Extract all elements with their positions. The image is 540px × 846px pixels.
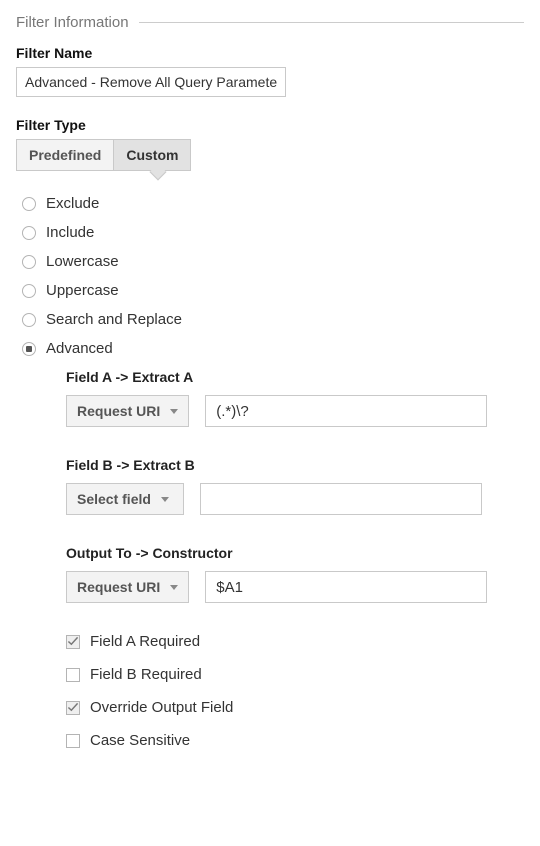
field-a-input[interactable] (205, 395, 487, 427)
radio-icon (22, 313, 36, 327)
tab-custom[interactable]: Custom (114, 139, 191, 171)
radio-icon (22, 284, 36, 298)
caret-down-icon (170, 409, 178, 414)
check-field-a-required[interactable]: Field A Required (66, 633, 524, 650)
caret-down-icon (170, 585, 178, 590)
radio-icon (22, 197, 36, 211)
field-b-input[interactable] (200, 483, 482, 515)
dropdown-label: Request URI (77, 403, 160, 419)
checkbox-icon (66, 635, 80, 649)
filter-type-section: Filter Type Predefined Custom (16, 117, 524, 171)
filter-name-label: Filter Name (16, 45, 524, 61)
radio-icon (22, 226, 36, 240)
checkbox-icon (66, 668, 80, 682)
check-override-output[interactable]: Override Output Field (66, 699, 524, 716)
radio-icon (22, 342, 36, 356)
section-header: Filter Information (16, 14, 524, 31)
filter-name-input[interactable] (16, 67, 286, 97)
field-b-dropdown[interactable]: Select field (66, 483, 184, 515)
tab-predefined[interactable]: Predefined (16, 139, 114, 171)
radio-exclude[interactable]: Exclude (22, 195, 524, 212)
check-case-sensitive[interactable]: Case Sensitive (66, 732, 524, 749)
dropdown-label: Select field (77, 491, 151, 507)
checkbox-icon (66, 734, 80, 748)
check-label: Case Sensitive (90, 732, 190, 749)
filter-name-section: Filter Name (16, 45, 524, 97)
filter-type-label: Filter Type (16, 117, 524, 133)
field-a-title: Field A -> Extract A (66, 369, 524, 385)
check-label: Override Output Field (90, 699, 233, 716)
caret-down-icon (161, 497, 169, 502)
check-label: Field A Required (90, 633, 200, 650)
output-title: Output To -> Constructor (66, 545, 524, 561)
filter-type-tabs: Predefined Custom (16, 139, 524, 171)
field-b-title: Field B -> Extract B (66, 457, 524, 473)
custom-type-radio-list: Exclude Include Lowercase Uppercase Sear… (22, 195, 524, 749)
radio-label: Exclude (46, 195, 99, 212)
output-input[interactable] (205, 571, 487, 603)
field-a-group: Field A -> Extract A Request URI (66, 369, 524, 427)
field-a-dropdown[interactable]: Request URI (66, 395, 189, 427)
radio-label: Include (46, 224, 94, 241)
dropdown-label: Request URI (77, 579, 160, 595)
check-field-b-required[interactable]: Field B Required (66, 666, 524, 683)
radio-label: Search and Replace (46, 311, 182, 328)
radio-uppercase[interactable]: Uppercase (22, 282, 524, 299)
check-label: Field B Required (90, 666, 202, 683)
radio-label: Lowercase (46, 253, 119, 270)
radio-icon (22, 255, 36, 269)
section-title: Filter Information (16, 14, 129, 31)
radio-include[interactable]: Include (22, 224, 524, 241)
radio-lowercase[interactable]: Lowercase (22, 253, 524, 270)
radio-label: Advanced (46, 340, 113, 357)
output-dropdown[interactable]: Request URI (66, 571, 189, 603)
radio-search-replace[interactable]: Search and Replace (22, 311, 524, 328)
output-group: Output To -> Constructor Request URI (66, 545, 524, 603)
checkbox-icon (66, 701, 80, 715)
field-b-group: Field B -> Extract B Select field (66, 457, 524, 515)
advanced-checkboxes: Field A Required Field B Required Overri… (66, 633, 524, 749)
advanced-panel: Field A -> Extract A Request URI Field B… (66, 369, 524, 749)
radio-label: Uppercase (46, 282, 119, 299)
radio-advanced[interactable]: Advanced (22, 340, 524, 357)
divider (139, 22, 524, 23)
